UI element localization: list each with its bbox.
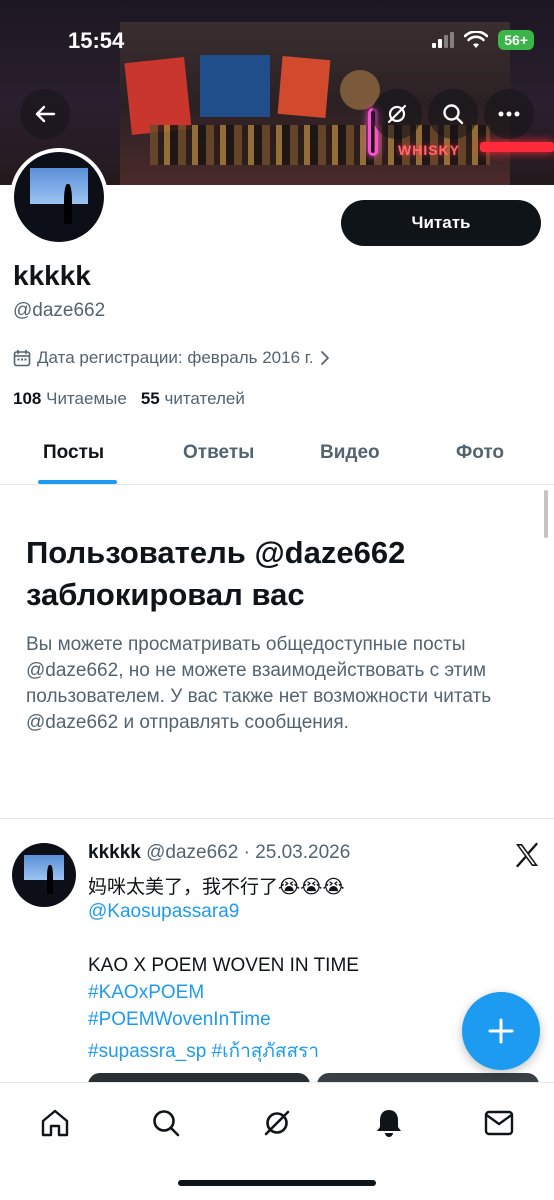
divider (0, 818, 554, 819)
tab-replies[interactable]: Ответы (183, 442, 254, 464)
search-icon (153, 1110, 180, 1137)
search-icon (443, 104, 464, 125)
wifi-icon (464, 31, 489, 48)
display-name: kkkkk (13, 260, 91, 291)
follow-counts: 108 Читаемые 55 читателей (13, 389, 245, 409)
signal-icon (432, 32, 455, 48)
scrollbar[interactable] (544, 490, 548, 538)
post-text-title: KAO X POEM WOVEN IN TIME (88, 955, 359, 976)
chevron-right-icon (320, 351, 329, 365)
post-header: kkkkk @daze662 · 25.03.2026 (88, 842, 350, 864)
blocked-title: Пользователь @daze662 заблокировал вас (26, 535, 406, 612)
post-text: 妈咪太美了，我不行了😭😭😭 (88, 877, 345, 898)
post-mention[interactable]: @Kaosupassara9 (88, 901, 239, 923)
tab-posts[interactable]: Посты (43, 442, 104, 464)
more-button[interactable] (484, 89, 534, 139)
grok-icon (387, 104, 407, 124)
followers-link[interactable]: 55 читателей (141, 389, 245, 409)
grok-icon (264, 1110, 290, 1136)
user-handle: @daze662 (13, 300, 106, 321)
post-author-name[interactable]: kkkkk (88, 842, 141, 863)
active-tab-indicator (38, 480, 117, 484)
status-indicators: 56+ (432, 30, 534, 50)
neon-sign-text: WHISKY (398, 142, 460, 158)
back-button[interactable] (20, 89, 70, 139)
tab-video[interactable]: Видео (320, 442, 380, 464)
post-hashtag[interactable]: #POEMWovenInTime (88, 1009, 271, 1031)
profile-tabs: Посты Ответы Видео Фото (0, 424, 554, 485)
profile-screen: WHISKY 15:54 56+ Читать kkkkk @daze662 Д… (0, 0, 554, 1200)
profile-search-button[interactable] (428, 89, 478, 139)
post-meta: @daze662 · 25.03.2026 (146, 842, 351, 863)
plus-icon (488, 1018, 514, 1044)
following-link[interactable]: 108 Читаемые (13, 389, 127, 409)
nav-messages[interactable] (479, 1103, 519, 1143)
nav-search[interactable] (146, 1103, 186, 1143)
post-hashtag[interactable]: #supassra_sp #เก้าสุภัสสรา (88, 1036, 319, 1066)
join-date-row[interactable]: Дата регистрации: февраль 2016 г. (13, 348, 330, 368)
status-time: 15:54 (68, 28, 125, 53)
arrow-left-icon (35, 105, 56, 123)
follow-button[interactable]: Читать (341, 200, 541, 246)
nav-notifications[interactable] (369, 1103, 409, 1143)
post-hashtag[interactable]: #KAOxPOEM (88, 982, 204, 1004)
notifications-icon (377, 1110, 401, 1137)
nav-home[interactable] (35, 1103, 75, 1143)
grok-button[interactable] (372, 89, 422, 139)
profile-avatar[interactable] (10, 148, 108, 246)
followers-count: 55 (140, 389, 160, 408)
nav-grok[interactable] (257, 1103, 297, 1143)
x-logo-icon (514, 842, 540, 873)
following-count: 108 (13, 389, 42, 408)
join-date-text: Дата регистрации: февраль 2016 г. (37, 348, 314, 367)
compose-button[interactable] (462, 992, 540, 1070)
messages-icon (484, 1110, 514, 1136)
more-dots-icon (498, 111, 520, 117)
home-icon (41, 1109, 69, 1137)
post-avatar[interactable] (12, 843, 76, 907)
blocked-description: Вы можете просматривать общедоступные по… (26, 634, 492, 733)
following-label: Читаемые (46, 389, 127, 408)
followers-label: читателей (164, 389, 245, 408)
calendar-icon (13, 349, 31, 367)
home-indicator (178, 1180, 376, 1186)
tab-photos[interactable]: Фото (456, 442, 504, 464)
battery-indicator: 56+ (498, 30, 534, 50)
